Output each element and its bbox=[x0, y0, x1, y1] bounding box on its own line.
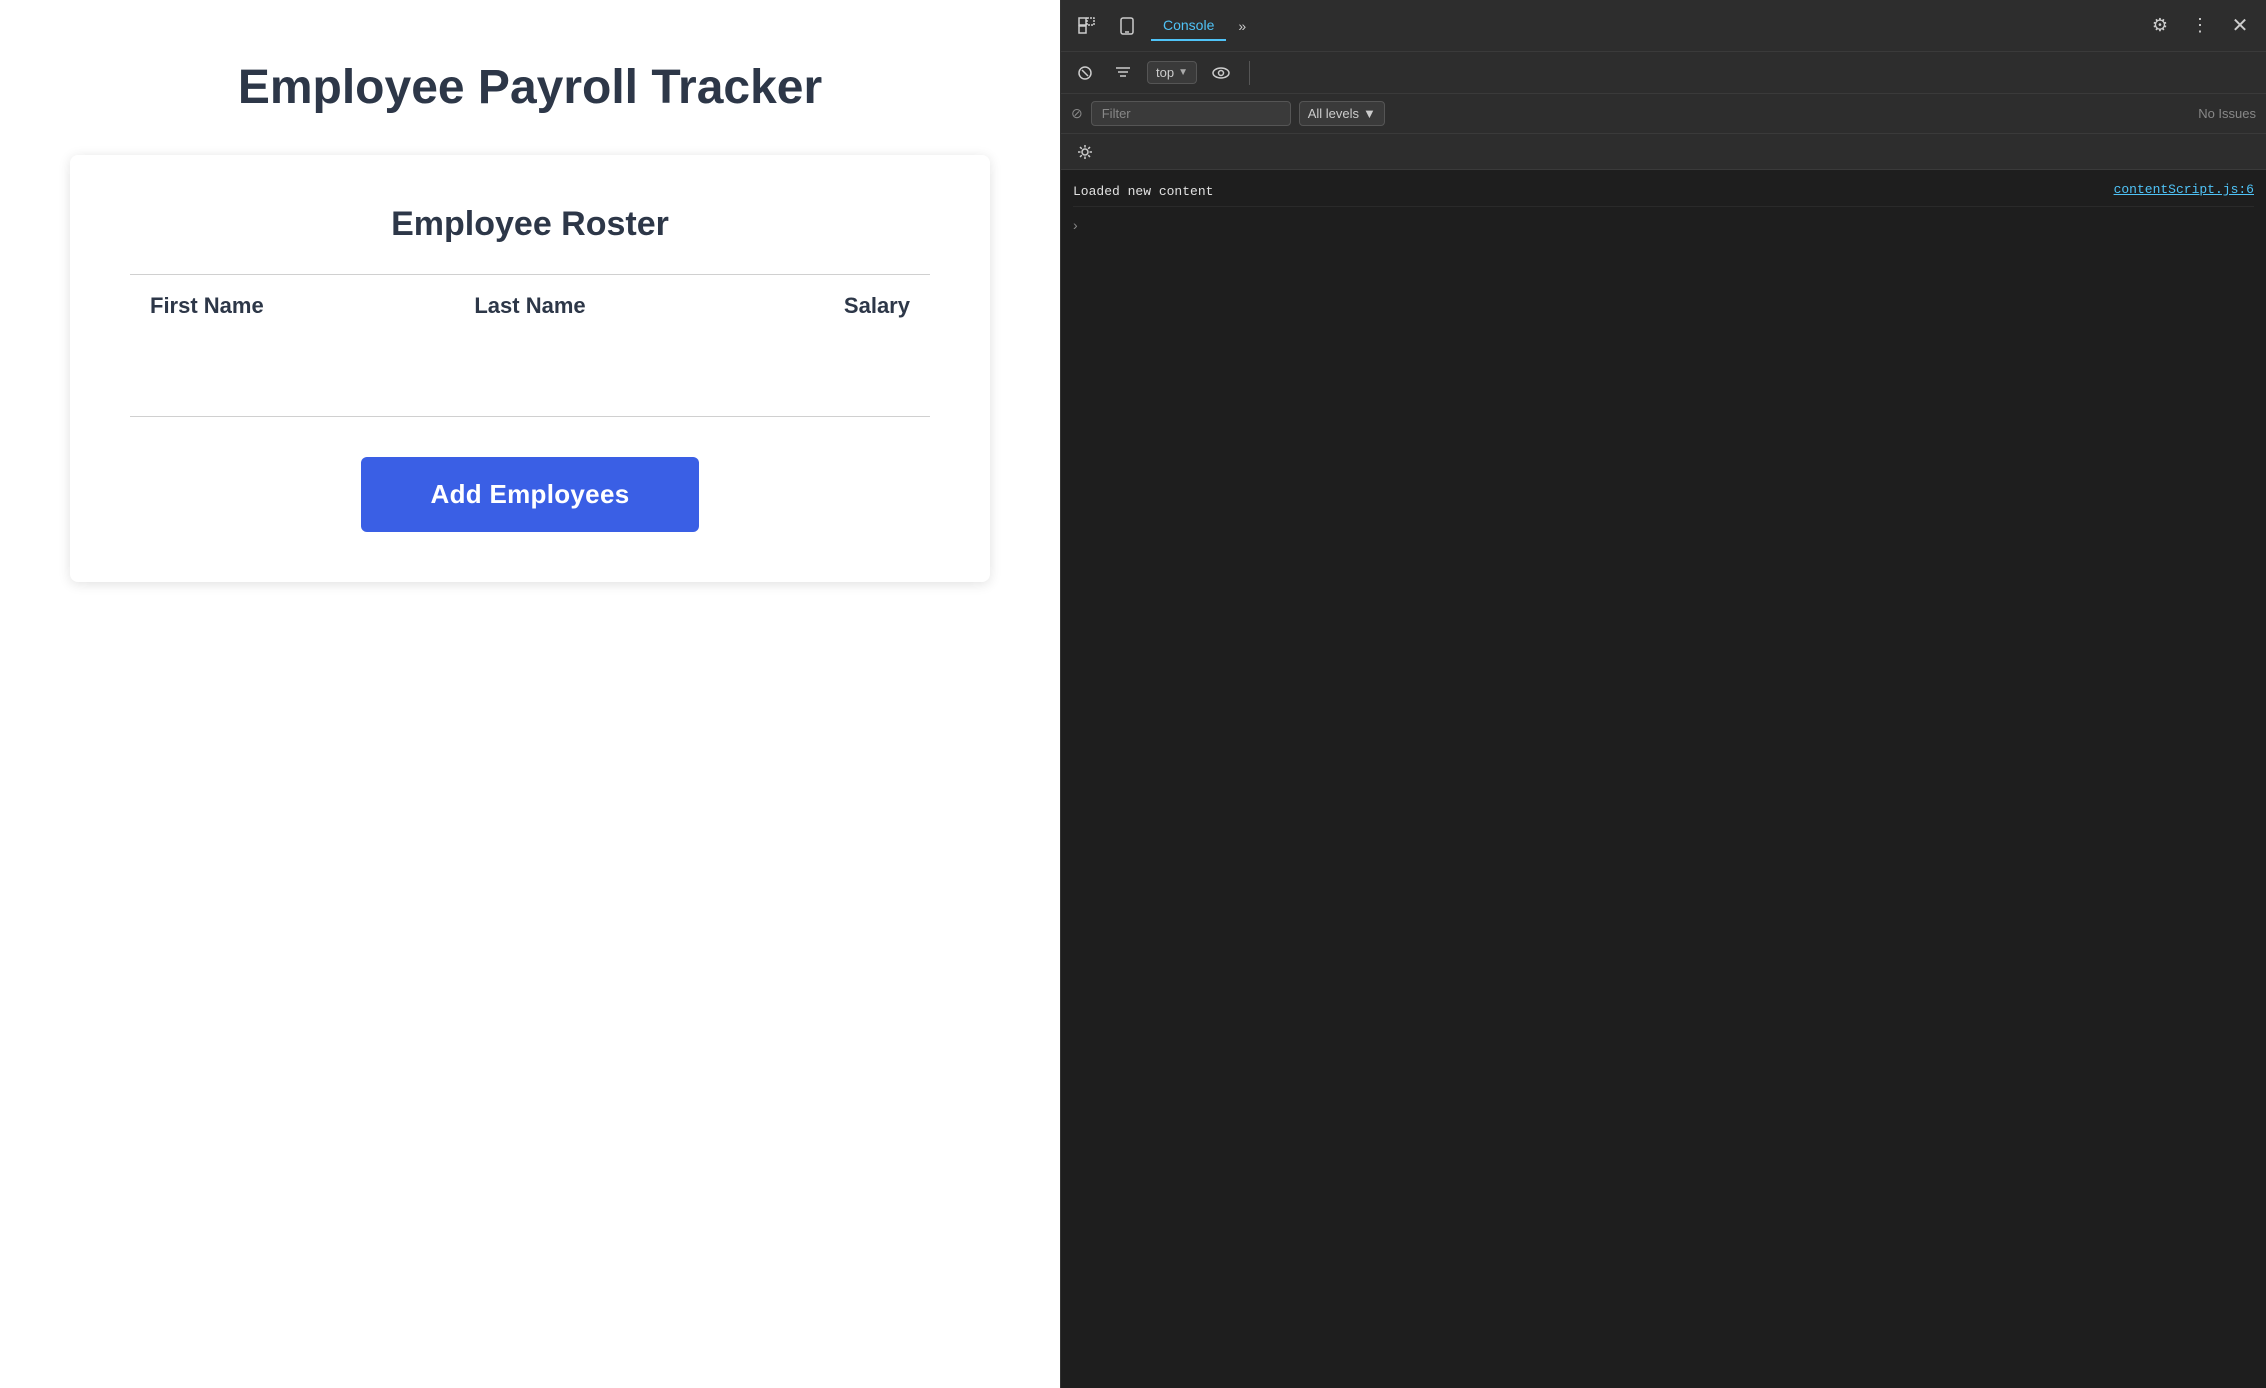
inspect-element-button[interactable] bbox=[1071, 10, 1103, 42]
expand-arrow-icon[interactable]: › bbox=[1073, 213, 1078, 238]
devtools-panel: Console » ⚙ ⋮ ✕ top ▼ bbox=[1060, 0, 2266, 1388]
devtools-settings-button[interactable]: ⚙ bbox=[2144, 10, 2176, 42]
console-content: Loaded new content contentScript.js:6 › bbox=[1061, 170, 2266, 1388]
console-expand-row: › bbox=[1073, 211, 2254, 240]
console-settings-button[interactable] bbox=[1071, 138, 1099, 166]
tab-more[interactable]: » bbox=[1230, 12, 1254, 40]
tab-console[interactable]: Console bbox=[1151, 11, 1226, 41]
employee-table: First Name Last Name Salary bbox=[130, 274, 930, 417]
no-issues-label: No Issues bbox=[2198, 106, 2256, 121]
col-header-first-name: First Name bbox=[150, 293, 403, 319]
console-log-text: Loaded new content bbox=[1073, 182, 2102, 202]
level-chevron-icon: ▼ bbox=[1363, 106, 1376, 121]
table-header: First Name Last Name Salary bbox=[130, 274, 930, 337]
devtools-tabs: Console » bbox=[1151, 11, 1254, 41]
console-log-entry: Loaded new content contentScript.js:6 bbox=[1073, 178, 2254, 207]
roster-title: Employee Roster bbox=[391, 205, 669, 244]
browser-content: Employee Payroll Tracker Employee Roster… bbox=[0, 0, 1060, 1388]
employee-roster-card: Employee Roster First Name Last Name Sal… bbox=[70, 155, 990, 582]
filter-console-button[interactable] bbox=[1109, 59, 1137, 87]
eye-icon-button[interactable] bbox=[1207, 59, 1235, 87]
filter-input[interactable] bbox=[1091, 101, 1291, 126]
col-header-last-name: Last Name bbox=[403, 293, 656, 319]
table-body bbox=[130, 337, 930, 417]
devtools-secondary-toolbar: top ▼ bbox=[1061, 52, 2266, 94]
devtools-filter-toolbar: ⊘ All levels ▼ No Issues bbox=[1061, 94, 2266, 134]
add-employees-button[interactable]: Add Employees bbox=[361, 457, 700, 532]
devtools-gear-toolbar bbox=[1061, 134, 2266, 170]
devtools-more-button[interactable]: ⋮ bbox=[2184, 10, 2216, 42]
col-header-salary: Salary bbox=[657, 293, 910, 319]
devtools-top-toolbar: Console » ⚙ ⋮ ✕ bbox=[1061, 0, 2266, 52]
device-toolbar-button[interactable] bbox=[1111, 10, 1143, 42]
level-label: All levels bbox=[1308, 106, 1359, 121]
context-selector[interactable]: top ▼ bbox=[1147, 61, 1197, 84]
context-chevron-icon: ▼ bbox=[1178, 67, 1188, 78]
devtools-close-button[interactable]: ✕ bbox=[2224, 10, 2256, 42]
context-label: top bbox=[1156, 65, 1174, 80]
devtools-right-icons: ⚙ ⋮ ✕ bbox=[2144, 10, 2256, 42]
filter-icon: ⊘ bbox=[1071, 105, 1083, 122]
clear-console-button[interactable] bbox=[1071, 59, 1099, 87]
console-log-source[interactable]: contentScript.js:6 bbox=[2114, 182, 2254, 197]
page-title: Employee Payroll Tracker bbox=[238, 60, 822, 115]
log-level-selector[interactable]: All levels ▼ bbox=[1299, 101, 1385, 126]
toolbar-divider bbox=[1249, 61, 1250, 85]
